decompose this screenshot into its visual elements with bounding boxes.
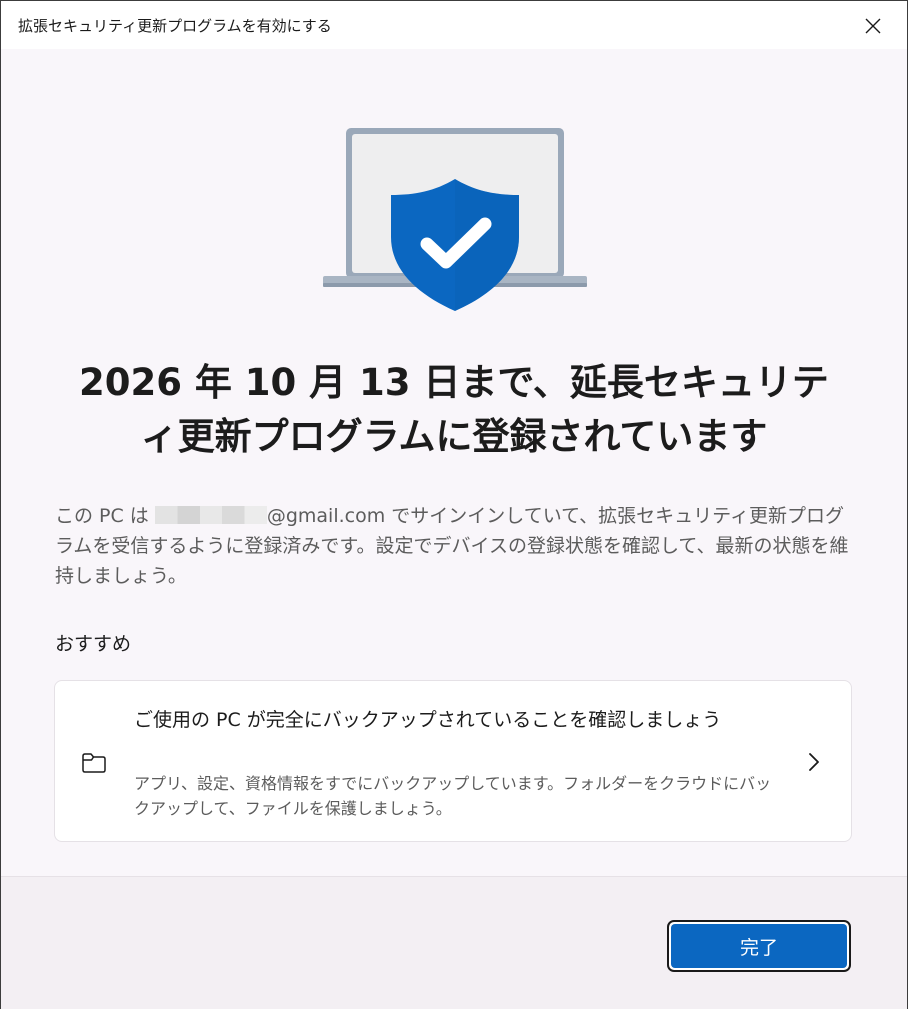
recommendations-heading: おすすめ [55,633,132,655]
headline-line-1: 2026 年 10 月 13 日まで、延長セキュリテ [79,361,829,404]
laptop-shield-check-icon [323,128,587,311]
email-domain: @gmail.com [266,505,386,527]
backup-recommendation-card[interactable]: ご使用の PC が完全にバックアップされていることを確認しましょう アプリ、設定… [54,680,852,842]
footer-bar: 完了 [1,876,907,1009]
description: この PC は @gmail.com でサインインしていて、拡張セキュリティ更新… [55,501,855,591]
window-title: 拡張セキュリティ更新プログラムを有効にする [18,17,332,35]
headline: 2026 年 10 月 13 日まで、延長セキュリテ ィ更新プログラムに登録され… [41,356,867,464]
card-description: アプリ、設定、資格情報をすでにバックアップしています。フォルダーをクラウドにバッ… [134,774,772,818]
description-text-start: この PC は [55,505,155,527]
hero-illustration [319,121,591,321]
card-title: ご使用の PC が完全にバックアップされていることを確認しましょう [134,709,722,731]
chevron-right-icon [809,753,819,771]
folder-icon [82,753,106,773]
dialog-window: 拡張セキュリティ更新プログラムを有効にする 2026 年 10 月 13 日まで… [0,0,908,1009]
close-icon [865,18,881,34]
done-button[interactable]: 完了 [667,920,851,972]
title-bar: 拡張セキュリティ更新プログラムを有効にする [1,1,907,49]
close-button[interactable] [851,7,895,45]
headline-line-2: ィ更新プログラムに登録されています [140,415,768,458]
done-button-label: 完了 [671,924,847,968]
redacted-email [154,506,267,524]
